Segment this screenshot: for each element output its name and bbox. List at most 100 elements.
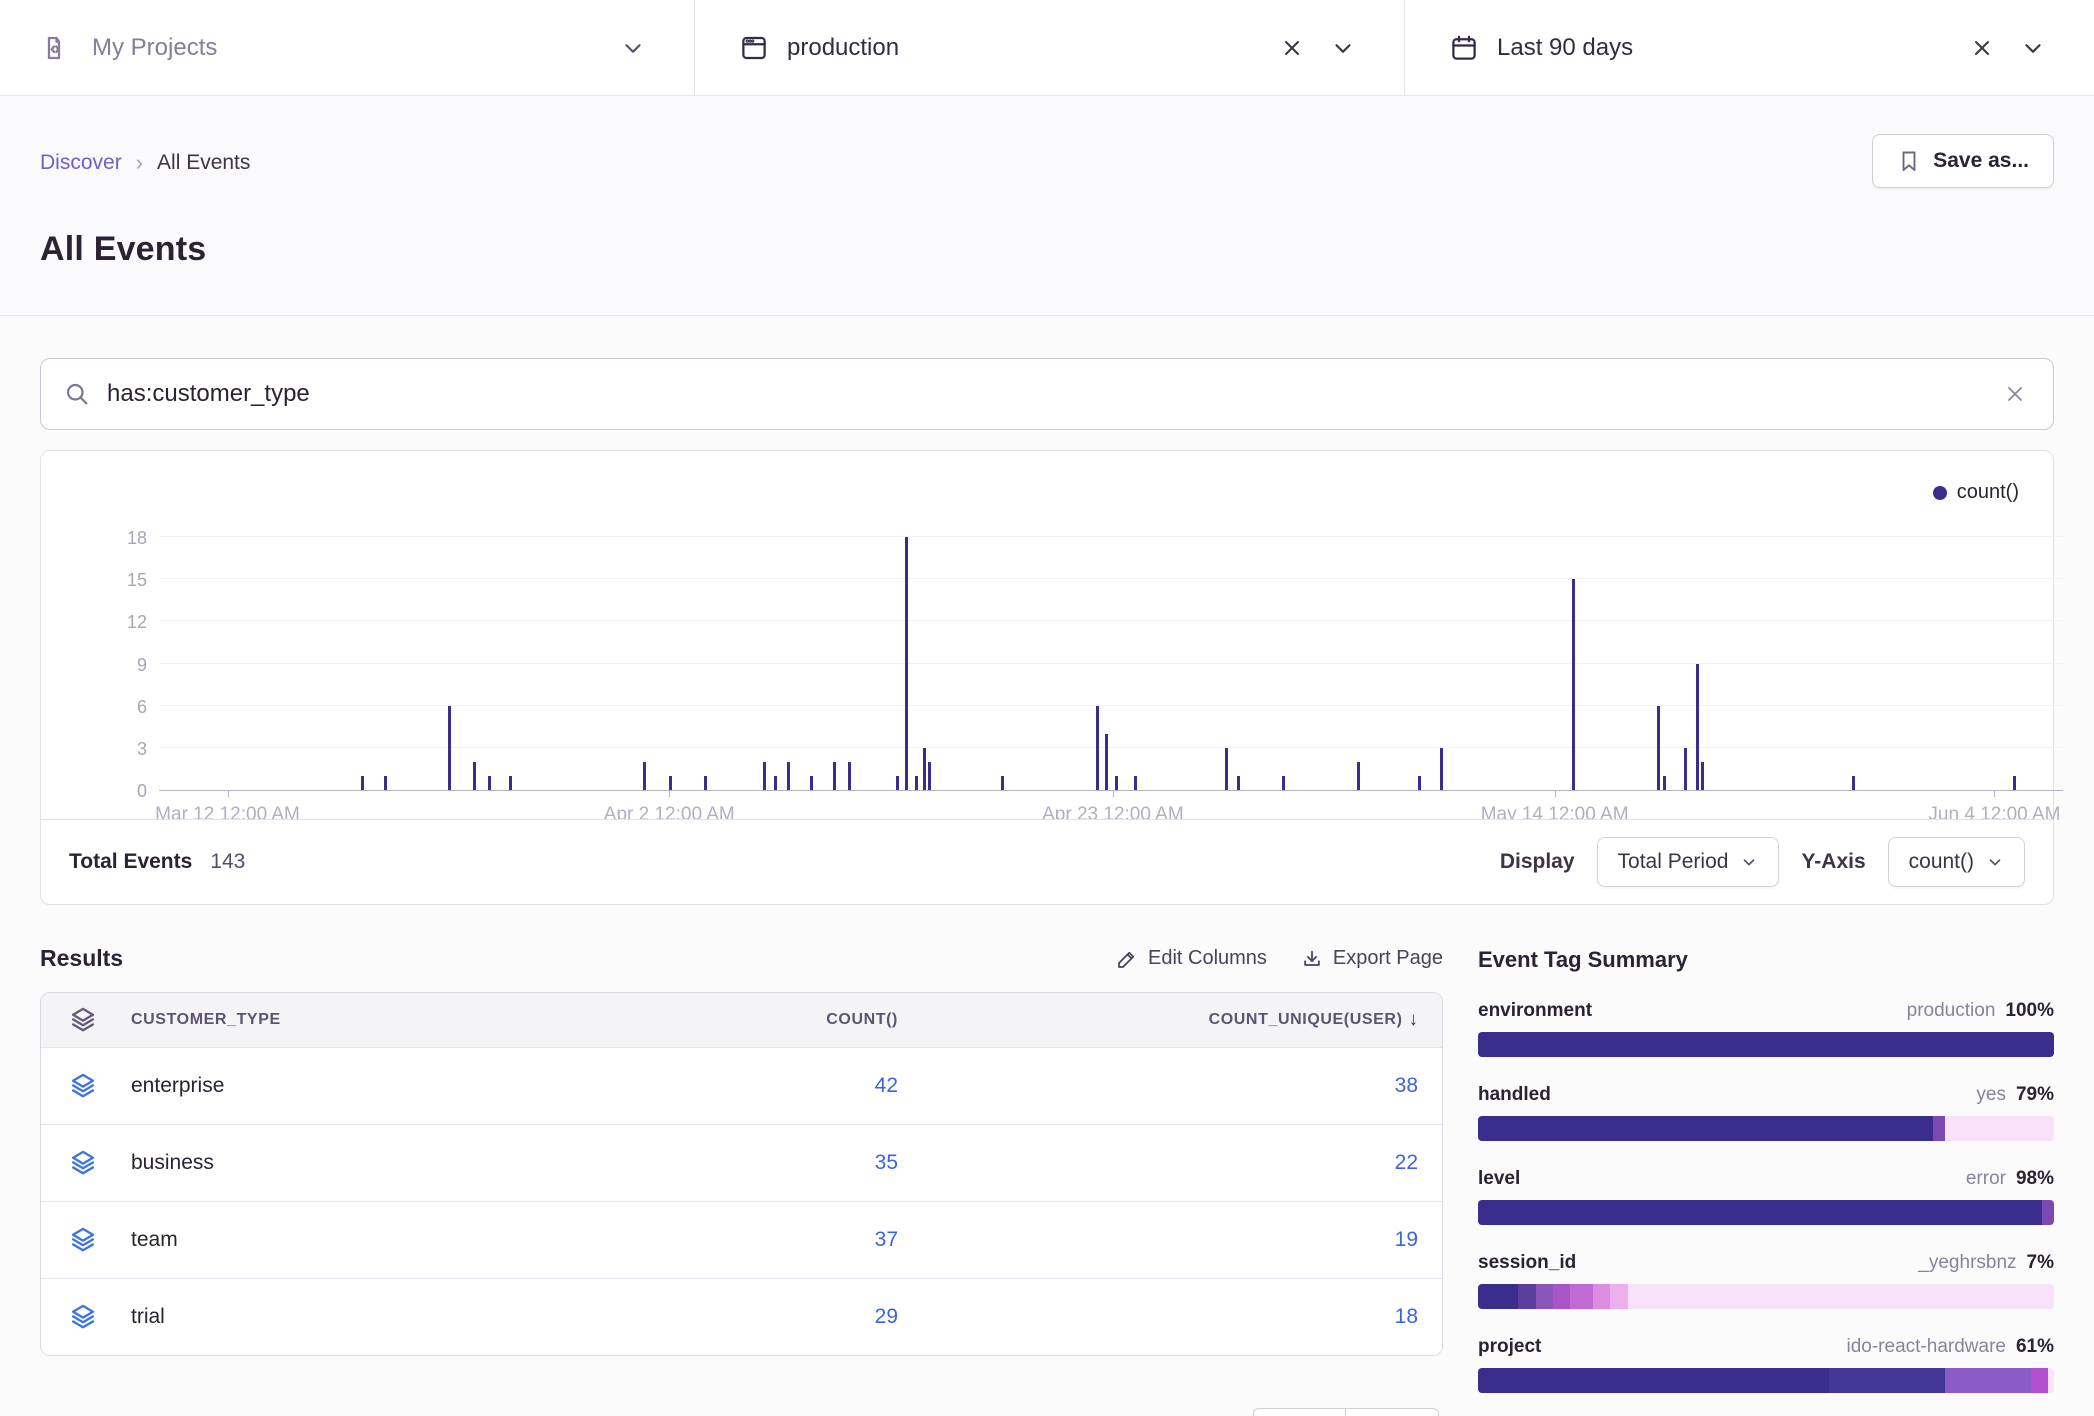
tag-item-project: project ido-react-hardware 61% bbox=[1478, 1336, 2054, 1393]
environment-filter-clear[interactable] bbox=[1276, 32, 1308, 64]
chevron-down-icon bbox=[1740, 853, 1758, 871]
column-header-count-unique-user[interactable]: COUNT_UNIQUE(USER) ↓ bbox=[898, 1009, 1418, 1031]
edit-columns-button[interactable]: Edit Columns bbox=[1116, 947, 1267, 970]
cell-count-unique-link[interactable]: 18 bbox=[1395, 1305, 1418, 1328]
cell-count-link[interactable]: 42 bbox=[875, 1074, 898, 1097]
cell-customer-type[interactable]: business bbox=[131, 1151, 214, 1175]
cell-count-unique-link[interactable]: 19 bbox=[1395, 1228, 1418, 1251]
tag-bar-segment bbox=[1478, 1032, 2054, 1057]
cell-count-link[interactable]: 35 bbox=[875, 1151, 898, 1174]
display-dropdown-value: Total Period bbox=[1618, 850, 1729, 874]
events-chart-card: count() 0369121518 Mar 12 12:00 AMApr 2 … bbox=[40, 450, 2054, 905]
search-icon bbox=[63, 380, 91, 408]
save-as-label: Save as... bbox=[1933, 149, 2029, 173]
save-as-button[interactable]: Save as... bbox=[1872, 134, 2054, 188]
table-row: team 37 19 bbox=[41, 1201, 1442, 1278]
chart-bar bbox=[1225, 748, 1228, 790]
chart-bar bbox=[923, 748, 926, 790]
page-header: Discover › All Events Save as... All Eve… bbox=[0, 96, 2094, 316]
search-bar bbox=[40, 358, 2054, 430]
chart-bar bbox=[915, 776, 918, 790]
chart-bar bbox=[810, 776, 813, 790]
cell-count-unique-link[interactable]: 38 bbox=[1395, 1074, 1418, 1097]
tag-bar-segment bbox=[1945, 1368, 2031, 1393]
environment-filter[interactable]: production bbox=[694, 0, 1404, 95]
pagination-previous-button[interactable] bbox=[1253, 1408, 1346, 1416]
tag-item-handled: handled yes 79% bbox=[1478, 1084, 2054, 1141]
cell-customer-type[interactable]: team bbox=[131, 1228, 178, 1252]
cell-customer-type[interactable]: trial bbox=[131, 1305, 165, 1329]
results-heading: Results bbox=[40, 945, 123, 972]
cell-count-link[interactable]: 29 bbox=[875, 1305, 898, 1328]
breadcrumb: Discover › All Events bbox=[40, 134, 250, 176]
environment-icon bbox=[739, 33, 769, 63]
tag-bar-project[interactable] bbox=[1478, 1368, 2054, 1393]
chart-bar bbox=[509, 776, 512, 790]
tag-bar-segment bbox=[2031, 1368, 2048, 1393]
pagination-next-button[interactable] bbox=[1346, 1408, 1439, 1416]
edit-columns-label: Edit Columns bbox=[1148, 947, 1267, 970]
chart-bar bbox=[1282, 776, 1285, 790]
chart-bar bbox=[1105, 734, 1108, 790]
environment-filter-chevron[interactable] bbox=[1326, 31, 1360, 65]
layers-icon bbox=[69, 1303, 97, 1331]
project-selector[interactable]: My Projects bbox=[0, 0, 694, 95]
chart-bar bbox=[448, 706, 451, 790]
pencil-icon bbox=[1116, 948, 1138, 970]
breadcrumb-current: All Events bbox=[157, 151, 250, 175]
display-dropdown[interactable]: Total Period bbox=[1597, 837, 1780, 887]
export-page-button[interactable]: Export Page bbox=[1301, 947, 1443, 970]
cell-count-link[interactable]: 37 bbox=[875, 1228, 898, 1251]
search-input[interactable] bbox=[107, 380, 1983, 408]
tag-bar-segment bbox=[1933, 1116, 1945, 1141]
legend-count[interactable]: count() bbox=[1933, 481, 2019, 504]
tag-bar-environment[interactable] bbox=[1478, 1032, 2054, 1057]
search-clear-icon[interactable] bbox=[1999, 378, 2031, 410]
tag-bar-segment bbox=[1478, 1284, 1518, 1309]
chart-bar bbox=[787, 762, 790, 790]
sort-desc-icon: ↓ bbox=[1409, 1009, 1419, 1031]
tag-bar-level[interactable] bbox=[1478, 1200, 2054, 1225]
tag-bar-handled[interactable] bbox=[1478, 1116, 2054, 1141]
tag-bar-segment bbox=[1478, 1200, 2042, 1225]
yaxis-dropdown[interactable]: count() bbox=[1888, 837, 2025, 887]
project-selector-chevron[interactable] bbox=[616, 31, 650, 65]
layers-icon bbox=[69, 1006, 97, 1034]
tag-bar-segment bbox=[1570, 1284, 1593, 1309]
chevron-down-icon bbox=[1986, 853, 2004, 871]
chart-bar bbox=[848, 762, 851, 790]
total-events-value: 143 bbox=[210, 850, 245, 874]
calendar-icon bbox=[1449, 33, 1479, 63]
project-selector-label: My Projects bbox=[92, 34, 217, 62]
tag-bar-segment bbox=[1829, 1368, 1944, 1393]
table-row: trial 29 18 bbox=[41, 1278, 1442, 1355]
y-axis-label: 18 bbox=[127, 528, 147, 548]
page-title: All Events bbox=[40, 230, 2054, 269]
yaxis-dropdown-value: count() bbox=[1909, 850, 1974, 874]
download-icon bbox=[1301, 948, 1323, 970]
tag-bar-session-id[interactable] bbox=[1478, 1284, 2054, 1309]
chart-bar bbox=[704, 776, 707, 790]
chart-bar bbox=[774, 776, 777, 790]
chart-bar bbox=[1696, 664, 1699, 791]
chart-bar bbox=[1357, 762, 1360, 790]
environment-filter-label: production bbox=[787, 34, 899, 62]
column-header-customer-type[interactable]: CUSTOMER_TYPE bbox=[41, 1006, 588, 1034]
tag-bar-segment bbox=[1610, 1284, 1627, 1309]
cell-customer-type[interactable]: enterprise bbox=[131, 1074, 224, 1098]
tag-bar-segment bbox=[2042, 1200, 2054, 1225]
date-range-filter-clear[interactable] bbox=[1966, 32, 1998, 64]
display-label: Display bbox=[1500, 850, 1575, 874]
date-range-filter-chevron[interactable] bbox=[2016, 31, 2050, 65]
breadcrumb-discover-link[interactable]: Discover bbox=[40, 151, 122, 175]
tag-summary-heading: Event Tag Summary bbox=[1478, 945, 2054, 973]
y-axis-label: 3 bbox=[137, 739, 147, 759]
column-header-count[interactable]: COUNT() bbox=[588, 1011, 898, 1029]
chart-bar bbox=[896, 776, 899, 790]
date-range-filter[interactable]: Last 90 days bbox=[1404, 0, 2094, 95]
chart-bar bbox=[928, 762, 931, 790]
cell-count-unique-link[interactable]: 22 bbox=[1395, 1151, 1418, 1174]
pagination bbox=[1253, 1408, 1439, 1416]
y-axis-label: 15 bbox=[127, 570, 147, 590]
tag-bar-segment bbox=[1536, 1284, 1553, 1309]
